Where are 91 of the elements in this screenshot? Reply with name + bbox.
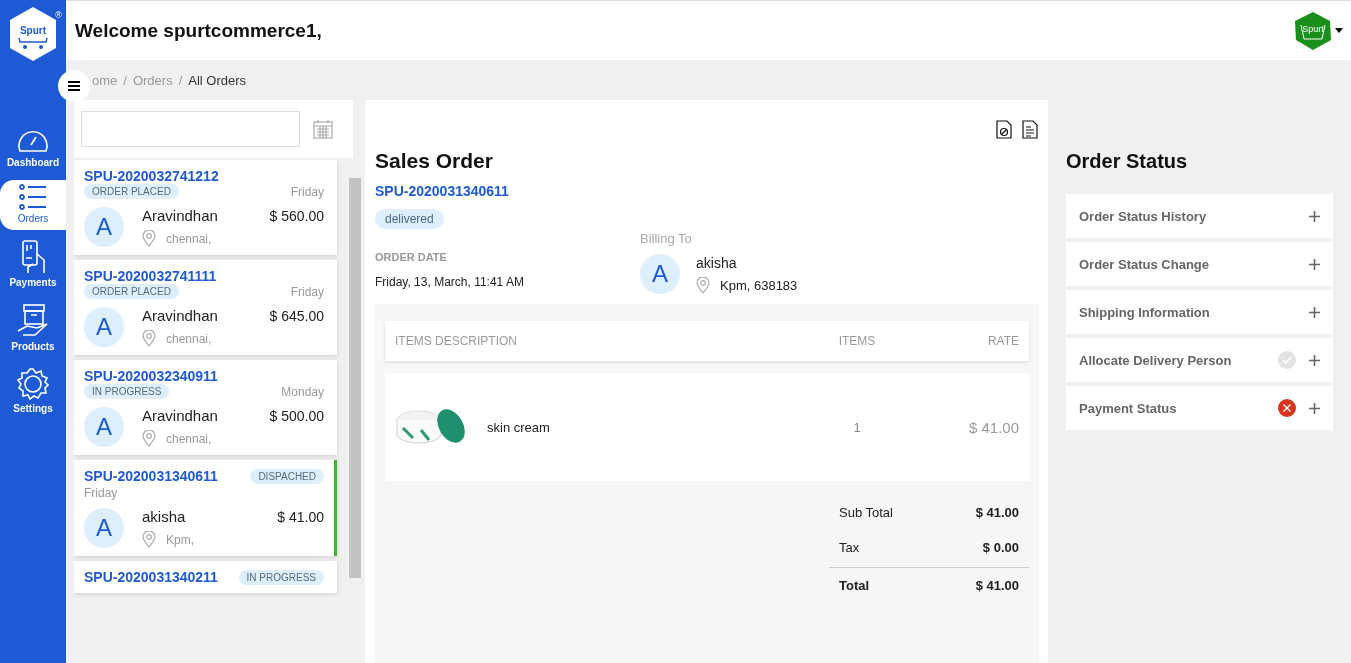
customer-city: Kpm, — [166, 532, 194, 547]
billing-address: Kpm, 638183 — [720, 277, 798, 293]
status-badge: IN PROGRESS — [84, 384, 170, 399]
order-id: SPU-2020031340611 — [375, 183, 509, 199]
column-header: RATE — [986, 334, 1019, 348]
accordion-item[interactable]: Allocate Delivery Person — [1066, 338, 1333, 382]
order-amount: $ 500.00 — [269, 407, 324, 424]
breadcrumb-link[interactable]: All Orders — [188, 72, 247, 88]
order-card[interactable]: SPU-2020031340211 IN PROGRESS — [74, 561, 337, 593]
breadcrumb-separator: / — [123, 72, 127, 88]
customer-avatar: A — [84, 407, 124, 447]
avatar-logo-icon[interactable]: Spurt — [1293, 10, 1333, 51]
customer-name: Aravindhan — [142, 307, 218, 324]
order-card[interactable]: SPU-2020031340611 DISPACHED Friday A akisha $ 41.00 Kpm, — [74, 460, 337, 556]
status-badge: DISPACHED — [250, 468, 324, 484]
order-date: Friday, 13, March, 11:41 AM — [375, 275, 525, 289]
customer-city: chennai, — [166, 331, 212, 346]
order-id: SPU-2020032340911 — [84, 368, 219, 384]
status-badge: IN PROGRESS — [238, 569, 324, 585]
box-in-hand-icon — [17, 304, 49, 338]
document-icon[interactable] — [996, 120, 1012, 139]
plus-icon — [1309, 306, 1320, 318]
accordion-item[interactable]: Order Status Change — [1066, 242, 1333, 286]
order-date-label: ORDER DATE — [375, 251, 448, 263]
customer-avatar: A — [84, 307, 124, 347]
customer-name: Aravindhan — [142, 407, 218, 424]
total-value: $ 41.00 — [975, 578, 1019, 593]
order-card[interactable]: SPU-2020032340911 IN PROGRESS Monday A Aravindhan $ 500.00 chennai, — [74, 360, 337, 455]
plus-icon — [1309, 210, 1320, 222]
customer-avatar: A — [84, 508, 124, 548]
accordion-item[interactable]: Payment Status — [1066, 386, 1333, 430]
status-badge: ORDER PLACED — [84, 284, 179, 299]
plus-icon — [1309, 354, 1320, 366]
column-header: ITEMS — [837, 334, 877, 348]
location-pin-icon — [142, 230, 156, 247]
card-in-hand-icon — [20, 240, 46, 274]
customer-city: chennai, — [166, 231, 212, 246]
customer-name: akisha — [142, 508, 186, 525]
total-label: Sub Total — [839, 505, 893, 520]
order-amount: $ 41.00 — [277, 508, 324, 525]
order-amount: $ 645.00 — [269, 307, 324, 324]
customer-avatar: A — [640, 254, 680, 294]
customer-name: Aravindhan — [142, 207, 218, 224]
location-pin-icon — [696, 276, 710, 294]
list-icon — [19, 184, 47, 210]
accordion-item[interactable]: Shipping Information — [1066, 290, 1333, 334]
item-name: skin cream — [487, 419, 551, 435]
order-card[interactable]: SPU-2020032741212 ORDER PLACED Friday A Aravindhan $ 560.00 chennai, — [74, 160, 337, 255]
billing-label: Billing To — [640, 231, 693, 246]
status-badge: ORDER PLACED — [84, 184, 179, 199]
plus-icon — [1309, 402, 1320, 414]
menu-icon — [68, 81, 80, 91]
settings-icon — [17, 368, 49, 400]
order-day: Friday — [290, 284, 324, 299]
column-header: ITEMS DESCRIPTION — [395, 334, 518, 348]
location-pin-icon — [142, 531, 156, 548]
breadcrumb-separator: / — [178, 72, 183, 88]
order-id: SPU-2020032741212 — [84, 168, 220, 184]
accordion-item[interactable]: Order Status History — [1066, 194, 1333, 238]
order-id: SPU-2020031340611 — [84, 468, 218, 484]
caret-icon[interactable] — [1335, 28, 1343, 33]
order-day: Monday — [281, 384, 324, 399]
total-label: Total — [839, 578, 870, 593]
order-card[interactable]: SPU-2020032741111 ORDER PLACED Friday A Aravindhan $ 645.00 chennai, — [74, 260, 337, 355]
total-value: $ 41.00 — [975, 505, 1019, 520]
order-id: SPU-2020031340211 — [84, 569, 218, 585]
order-id: SPU-2020032741111 — [84, 268, 218, 284]
plus-icon — [1309, 258, 1320, 270]
text-document-icon[interactable] — [1022, 120, 1038, 139]
sales-order-title: Sales Order — [375, 149, 493, 173]
status-badge: delivered — [375, 209, 444, 229]
item-quantity: 1 — [852, 419, 862, 435]
location-pin-icon — [142, 430, 156, 447]
order-amount: $ 560.00 — [269, 207, 324, 224]
order-day: Friday — [290, 184, 324, 199]
customer-name: akisha — [696, 254, 738, 271]
check-circle-icon — [1278, 351, 1296, 369]
total-value: $ 0.00 — [982, 540, 1019, 555]
sidebar-item[interactable]: Orders — [0, 180, 66, 230]
item-rate: $ 41.00 — [967, 418, 1019, 436]
search-field[interactable] — [81, 111, 300, 147]
menu-button[interactable] — [58, 70, 90, 102]
total-label: Tax — [839, 540, 860, 555]
location-pin-icon — [142, 330, 156, 347]
customer-avatar: A — [84, 207, 124, 247]
order-status-title: Order Status — [1066, 150, 1189, 173]
welcome-heading: Welcome spurtcommerce1, — [75, 19, 322, 42]
customer-city: chennai, — [166, 431, 212, 446]
scrollbar-thumb[interactable] — [349, 178, 361, 578]
order-day: Friday — [84, 486, 324, 500]
cross-circle-icon — [1278, 399, 1296, 417]
